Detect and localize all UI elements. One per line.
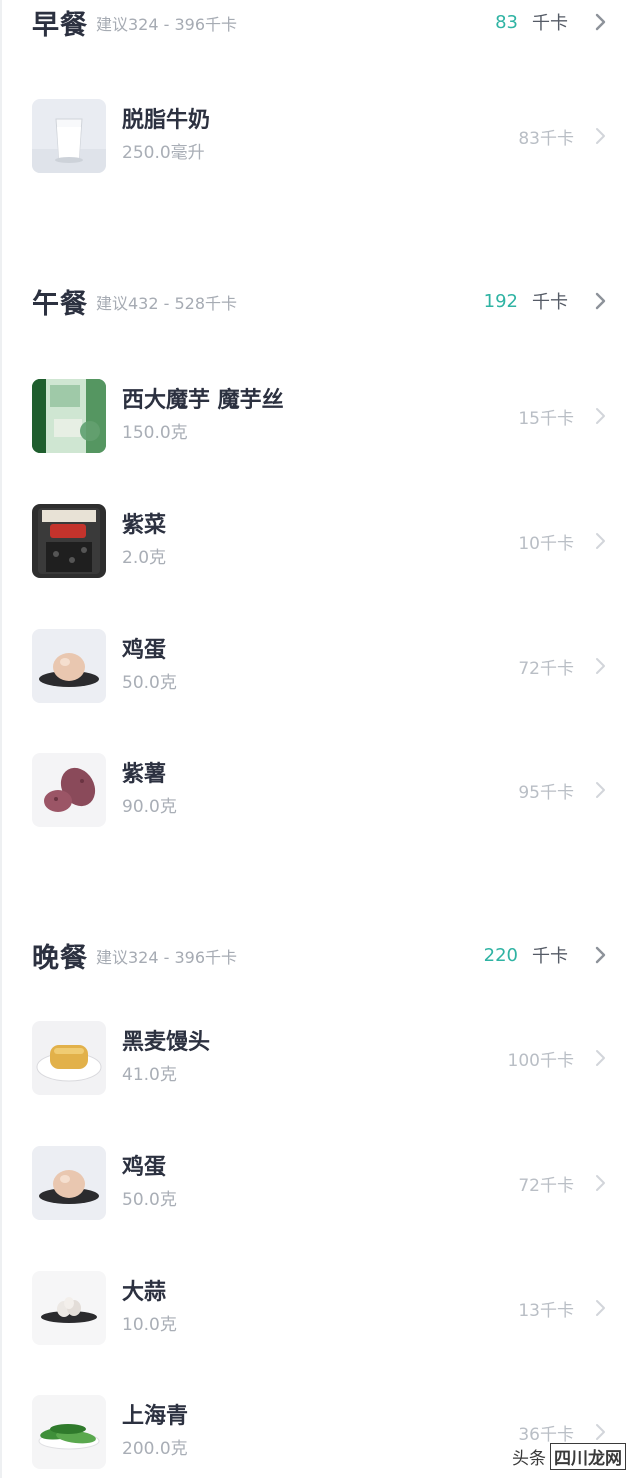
food-name: 紫菜 <box>122 513 167 538</box>
food-name: 大蒜 <box>122 1280 167 1305</box>
meal-kcal-unit: 千卡 <box>532 13 568 34</box>
food-amount: 50.0克 <box>122 673 177 693</box>
konjac-package-icon <box>32 379 106 453</box>
chevron-right-icon[interactable] <box>590 656 610 676</box>
food-name: 鸡蛋 <box>122 638 167 663</box>
meal-total: 83 千卡 <box>495 9 610 35</box>
meal-suggest-range: 建议432 - 528千卡 <box>96 294 238 313</box>
chevron-right-icon[interactable] <box>590 12 610 32</box>
meal-kcal-unit: 千卡 <box>532 292 568 313</box>
egg-plate-icon <box>32 1146 106 1220</box>
food-amount: 250.0毫升 <box>122 143 205 163</box>
food-kcal: 95千卡 <box>518 778 610 803</box>
chevron-right-icon[interactable] <box>590 945 610 965</box>
meal-title: 早餐 <box>32 9 88 41</box>
food-amount: 2.0克 <box>122 548 167 568</box>
chevron-right-icon[interactable] <box>590 126 610 146</box>
food-kcal: 72千卡 <box>518 654 610 679</box>
food-kcal: 72千卡 <box>518 1171 610 1196</box>
food-name: 黑麦馒头 <box>122 1030 211 1055</box>
diet-log-page: 早餐 建议324 - 396千卡 83 千卡 脱脂牛奶 250.0毫升 83千卡 <box>0 0 640 1478</box>
food-item[interactable]: 鸡蛋 50.0克 72千卡 <box>32 1145 610 1221</box>
food-name: 上海青 <box>122 1404 189 1429</box>
food-kcal-value: 36千卡 <box>518 1424 574 1445</box>
meal-suggest-range: 建议324 - 396千卡 <box>96 948 238 967</box>
food-kcal-value: 95千卡 <box>518 782 574 803</box>
food-item[interactable]: 黑麦馒头 41.0克 100千卡 <box>32 1020 610 1096</box>
food-item[interactable]: 鸡蛋 50.0克 72千卡 <box>32 628 610 704</box>
watermark-site: 四川龙网 <box>550 1443 626 1470</box>
meal-header-lunch[interactable]: 午餐 建议432 - 528千卡 192 千卡 <box>32 279 610 323</box>
food-name: 鸡蛋 <box>122 1155 167 1180</box>
meal-total: 220 千卡 <box>484 942 610 968</box>
food-amount: 41.0克 <box>122 1065 177 1085</box>
meal-suggest-range: 建议324 - 396千卡 <box>96 15 238 34</box>
food-item[interactable]: 脱脂牛奶 250.0毫升 83千卡 <box>32 98 610 174</box>
rye-bun-plate-icon <box>32 1021 106 1095</box>
food-item[interactable]: 西大魔芋 魔芋丝 150.0克 15千卡 <box>32 378 610 454</box>
food-kcal-value: 83千卡 <box>518 128 574 149</box>
food-amount: 10.0克 <box>122 1315 177 1335</box>
food-amount: 50.0克 <box>122 1190 177 1210</box>
meal-kcal-value: 83 <box>495 11 518 33</box>
food-kcal-value: 10千卡 <box>518 533 574 554</box>
food-item[interactable]: 大蒜 10.0克 13千卡 <box>32 1270 610 1346</box>
milk-glass-icon <box>32 99 106 173</box>
food-kcal-value: 72千卡 <box>518 1175 574 1196</box>
watermark: 头条 四川龙网 <box>512 1443 626 1470</box>
chevron-right-icon[interactable] <box>590 531 610 551</box>
chevron-right-icon[interactable] <box>590 291 610 311</box>
egg-plate-icon <box>32 629 106 703</box>
food-name: 西大魔芋 魔芋丝 <box>122 388 284 413</box>
food-item[interactable]: 紫菜 2.0克 10千卡 <box>32 503 610 579</box>
chevron-right-icon[interactable] <box>590 1048 610 1068</box>
meal-header-breakfast[interactable]: 早餐 建议324 - 396千卡 83 千卡 <box>32 0 610 44</box>
food-kcal-value: 72千卡 <box>518 658 574 679</box>
food-kcal-value: 100千卡 <box>507 1050 574 1071</box>
seaweed-package-icon <box>32 504 106 578</box>
meal-total: 192 千卡 <box>484 288 610 314</box>
meal-kcal-unit: 千卡 <box>532 946 568 967</box>
meal-kcal-value: 220 <box>483 944 518 966</box>
food-amount: 200.0克 <box>122 1439 188 1459</box>
food-amount: 90.0克 <box>122 797 177 817</box>
food-kcal-value: 15千卡 <box>518 408 574 429</box>
purple-sweet-potato-icon <box>32 753 106 827</box>
chevron-right-icon[interactable] <box>590 780 610 800</box>
food-kcal: 36千卡 <box>518 1420 610 1445</box>
food-name: 脱脂牛奶 <box>122 108 211 133</box>
chevron-right-icon[interactable] <box>590 406 610 426</box>
bok-choy-plate-icon <box>32 1395 106 1469</box>
watermark-source: 头条 <box>512 1449 546 1469</box>
food-kcal: 10千卡 <box>518 529 610 554</box>
chevron-right-icon[interactable] <box>590 1173 610 1193</box>
garlic-plate-icon <box>32 1271 106 1345</box>
meal-header-dinner[interactable]: 晚餐 建议324 - 396千卡 220 千卡 <box>32 933 610 977</box>
meal-title: 晚餐 <box>32 942 88 974</box>
food-kcal: 15千卡 <box>518 404 610 429</box>
food-amount: 150.0克 <box>122 423 188 443</box>
meal-title: 午餐 <box>32 288 88 320</box>
food-kcal-value: 13千卡 <box>518 1300 574 1321</box>
food-kcal: 13千卡 <box>518 1296 610 1321</box>
chevron-right-icon[interactable] <box>590 1298 610 1318</box>
food-item[interactable]: 紫薯 90.0克 95千卡 <box>32 752 610 828</box>
food-kcal: 83千卡 <box>518 124 610 149</box>
food-name: 紫薯 <box>122 762 167 787</box>
chevron-right-icon[interactable] <box>590 1422 610 1442</box>
meal-kcal-value: 192 <box>483 290 518 312</box>
food-kcal: 100千卡 <box>508 1046 610 1071</box>
